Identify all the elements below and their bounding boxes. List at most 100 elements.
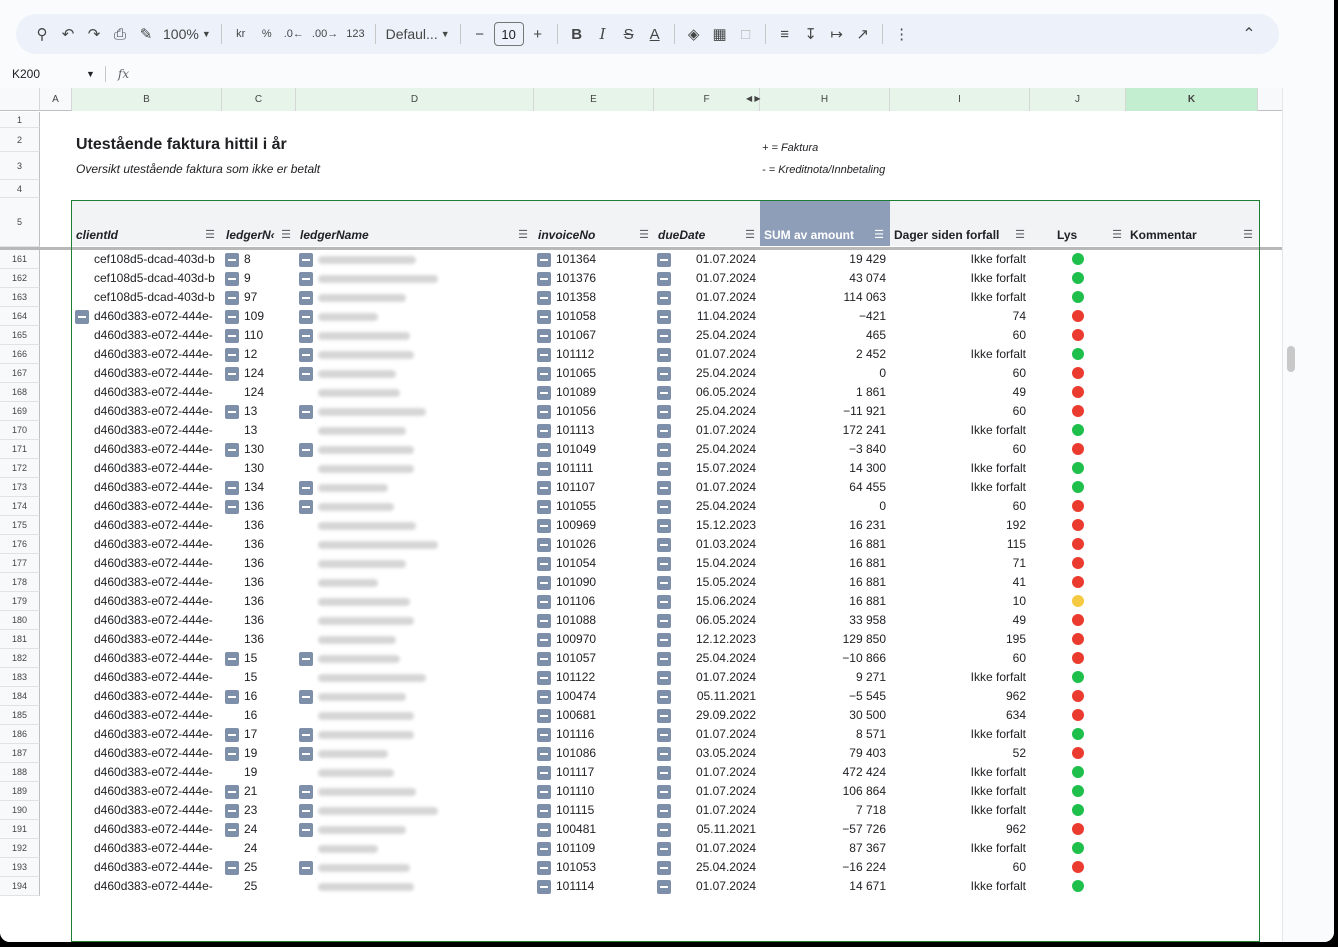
column-header-k[interactable]: K [1126, 88, 1258, 111]
cell-sum-amount[interactable]: 16 881 [762, 537, 886, 551]
cell-days-overdue[interactable]: Ikke forfalt [892, 803, 1026, 817]
cell-invoice-no[interactable]: 101055 [556, 499, 646, 513]
collapse-group-button[interactable] [299, 443, 313, 457]
collapse-group-button[interactable] [537, 671, 551, 685]
collapse-group-button[interactable] [225, 823, 239, 837]
cell-ledger-no[interactable]: 17 [244, 727, 294, 741]
collapse-group-button[interactable] [225, 367, 239, 381]
row-header[interactable]: 162 [0, 269, 40, 288]
cell-invoice-no[interactable]: 100970 [556, 632, 646, 646]
cell-sum-amount[interactable]: −421 [762, 309, 886, 323]
collapse-group-button[interactable] [299, 823, 313, 837]
column-header-j[interactable]: J [1030, 88, 1126, 111]
collapse-group-button[interactable] [299, 272, 313, 286]
row-header[interactable]: 4 [0, 180, 40, 198]
cell-days-overdue[interactable]: Ikke forfalt [892, 784, 1026, 798]
cell-due-date[interactable]: 25.04.2024 [676, 366, 756, 380]
cell-client-id[interactable]: d460d383-e072-444e- [94, 423, 222, 437]
collapse-group-button[interactable] [537, 652, 551, 666]
row-header[interactable]: 180 [0, 611, 40, 630]
cell-client-id[interactable]: d460d383-e072-444e- [94, 309, 222, 323]
collapse-group-button[interactable] [657, 253, 671, 267]
cell-days-overdue[interactable]: 60 [892, 366, 1026, 380]
cell-due-date[interactable]: 05.11.2021 [676, 822, 756, 836]
collapse-group-button[interactable] [657, 861, 671, 875]
row-header[interactable]: 1 [0, 112, 40, 128]
cell-ledger-no[interactable]: 16 [244, 708, 294, 722]
cell-ledger-no[interactable]: 136 [244, 575, 294, 589]
text-wrapping-icon[interactable]: ↦ [825, 20, 849, 48]
cell-client-id[interactable]: d460d383-e072-444e- [94, 765, 222, 779]
collapse-group-button[interactable] [537, 690, 551, 704]
cell-invoice-no[interactable]: 101358 [556, 290, 646, 304]
cell-due-date[interactable]: 01.07.2024 [676, 784, 756, 798]
cell-ledger-no[interactable]: 23 [244, 803, 294, 817]
cell-sum-amount[interactable]: 14 671 [762, 879, 886, 893]
scrollbar-thumb[interactable] [1287, 346, 1295, 372]
cell-due-date[interactable]: 01.07.2024 [676, 841, 756, 855]
collapse-group-button[interactable] [657, 576, 671, 590]
row-header[interactable]: 173 [0, 478, 40, 497]
row-header[interactable]: 174 [0, 497, 40, 516]
collapse-group-button[interactable] [537, 348, 551, 362]
collapse-group-button[interactable] [657, 728, 671, 742]
cell-days-overdue[interactable]: 60 [892, 442, 1026, 456]
cell-sum-amount[interactable]: 472 424 [762, 765, 886, 779]
row-header[interactable]: 167 [0, 364, 40, 383]
cell-invoice-no[interactable]: 101115 [556, 803, 646, 817]
cell-sum-amount[interactable]: 16 881 [762, 575, 886, 589]
cell-sum-amount[interactable]: −11 921 [762, 404, 886, 418]
cell-invoice-no[interactable]: 101089 [556, 385, 646, 399]
cell-days-overdue[interactable]: 195 [892, 632, 1026, 646]
row-header[interactable]: 187 [0, 744, 40, 763]
cell-days-overdue[interactable]: 60 [892, 404, 1026, 418]
cell-client-id[interactable]: d460d383-e072-444e- [94, 632, 222, 646]
cell-due-date[interactable]: 01.07.2024 [676, 670, 756, 684]
collapse-group-button[interactable] [537, 595, 551, 609]
cell-due-date[interactable]: 25.04.2024 [676, 860, 756, 874]
text-color-button[interactable]: A [643, 20, 667, 48]
collapse-group-button[interactable] [299, 690, 313, 704]
cell-due-date[interactable]: 05.11.2021 [676, 689, 756, 703]
cell-days-overdue[interactable]: Ikke forfalt [892, 879, 1026, 893]
cell-client-id[interactable]: d460d383-e072-444e- [94, 613, 222, 627]
cell-days-overdue[interactable]: 49 [892, 385, 1026, 399]
cell-client-id[interactable]: d460d383-e072-444e- [94, 442, 222, 456]
row-header[interactable]: 168 [0, 383, 40, 402]
collapse-group-button[interactable] [225, 253, 239, 267]
row-header[interactable]: 166 [0, 345, 40, 364]
collapse-group-button[interactable] [657, 538, 671, 552]
cell-sum-amount[interactable]: 465 [762, 328, 886, 342]
row-header[interactable]: 177 [0, 554, 40, 573]
collapse-group-button[interactable] [299, 747, 313, 761]
cell-sum-amount[interactable]: 14 300 [762, 461, 886, 475]
cell-due-date[interactable]: 01.07.2024 [676, 423, 756, 437]
cell-sum-amount[interactable]: 0 [762, 366, 886, 380]
collapse-group-button[interactable] [225, 329, 239, 343]
collapse-group-button[interactable] [537, 424, 551, 438]
more-formats-button[interactable]: 123 [343, 20, 367, 48]
collapse-group-button[interactable] [657, 500, 671, 514]
cell-invoice-no[interactable]: 101053 [556, 860, 646, 874]
collapse-group-button[interactable] [537, 880, 551, 894]
cell-ledger-no[interactable]: 97 [244, 290, 294, 304]
cell-client-id[interactable]: cef108d5-dcad-403d-b [94, 271, 222, 285]
cell-invoice-no[interactable]: 101112 [556, 347, 646, 361]
cell-client-id[interactable]: d460d383-e072-444e- [94, 499, 222, 513]
merge-cells-icon[interactable]: □ [734, 20, 758, 48]
row-header[interactable]: 183 [0, 668, 40, 687]
cell-due-date[interactable]: 03.05.2024 [676, 746, 756, 760]
collapse-group-button[interactable] [299, 804, 313, 818]
cell-invoice-no[interactable]: 100969 [556, 518, 646, 532]
cell-due-date[interactable]: 15.12.2023 [676, 518, 756, 532]
cell-invoice-no[interactable]: 101054 [556, 556, 646, 570]
cell-invoice-no[interactable]: 101057 [556, 651, 646, 665]
collapse-group-button[interactable] [657, 424, 671, 438]
collapse-group-button[interactable] [225, 785, 239, 799]
cell-client-id[interactable]: d460d383-e072-444e- [94, 594, 222, 608]
cell-ledger-no[interactable]: 25 [244, 860, 294, 874]
cell-due-date[interactable]: 25.04.2024 [676, 442, 756, 456]
cell-days-overdue[interactable]: 49 [892, 613, 1026, 627]
cell-due-date[interactable]: 06.05.2024 [676, 385, 756, 399]
cell-invoice-no[interactable]: 101106 [556, 594, 646, 608]
